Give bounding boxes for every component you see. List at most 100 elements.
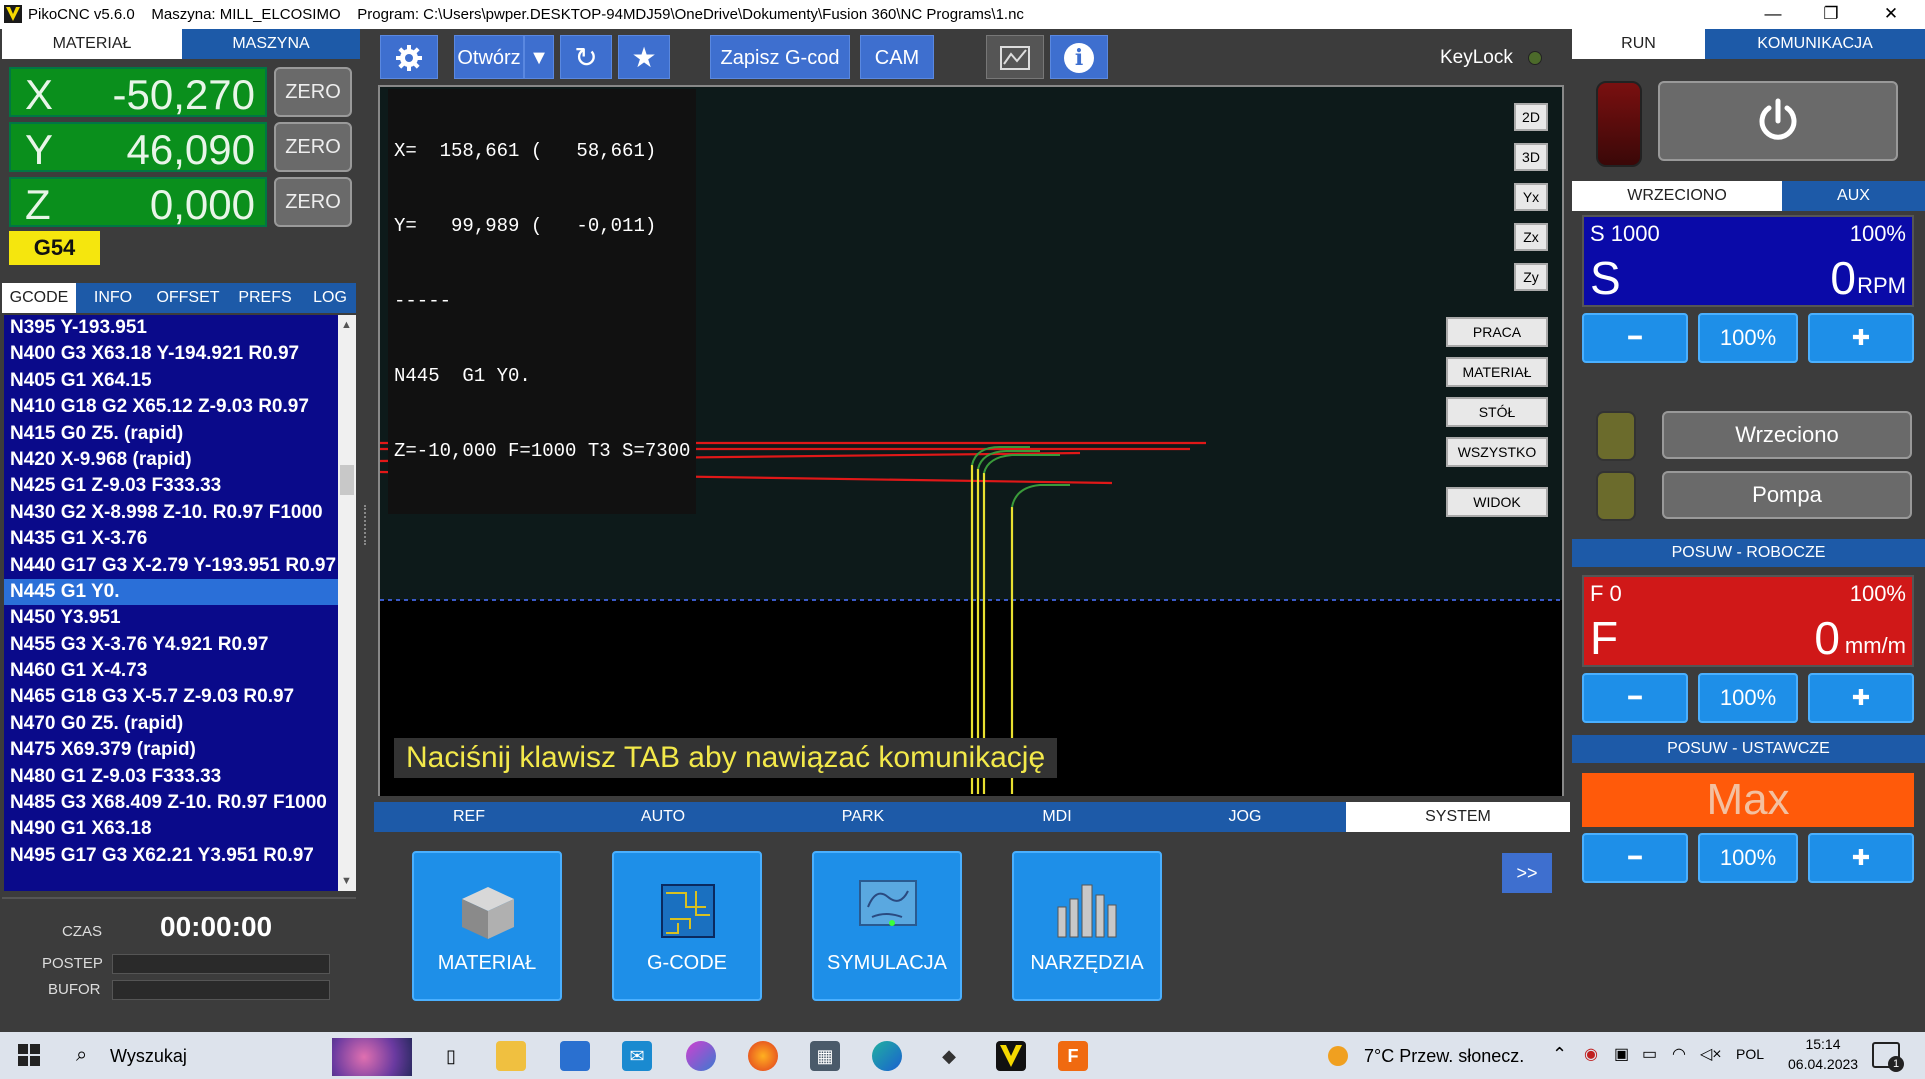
- view-zx-button[interactable]: Zx: [1514, 223, 1548, 251]
- tab-spindle[interactable]: WRZECIONO: [1572, 181, 1782, 211]
- gcode-line[interactable]: N475 X69.379 (rapid): [4, 737, 338, 763]
- mode-mdi[interactable]: MDI: [964, 802, 1150, 832]
- gcode-list[interactable]: N395 Y-193.951 N400 G3 X63.18 Y-194.921 R…: [4, 315, 338, 891]
- rapid-minus-button[interactable]: ━: [1582, 833, 1688, 883]
- copilot-icon[interactable]: [686, 1041, 716, 1071]
- zoom-praca-button[interactable]: PRACA: [1446, 317, 1548, 347]
- splitter-handle[interactable]: [364, 505, 370, 545]
- minimize-button[interactable]: —: [1750, 2, 1796, 26]
- pikocnc-taskbar-icon[interactable]: [996, 1041, 1026, 1071]
- wifi-icon[interactable]: ◠: [1672, 1044, 1686, 1064]
- tab-log[interactable]: LOG: [304, 283, 356, 313]
- simulation-big-button[interactable]: SYMULACJA: [812, 851, 962, 1001]
- firefox-icon[interactable]: [748, 1041, 778, 1071]
- tray-status-icon[interactable]: ◉: [1584, 1044, 1598, 1064]
- notification-icon[interactable]: 1: [1872, 1042, 1904, 1072]
- task-view-icon[interactable]: ▯: [436, 1041, 466, 1071]
- open-button[interactable]: Otwórz: [454, 35, 524, 79]
- settings-button[interactable]: [380, 35, 438, 79]
- feed-plus-button[interactable]: ✚: [1808, 673, 1914, 723]
- zoom-all-button[interactable]: WSZYSTKO: [1446, 437, 1548, 467]
- gcode-line[interactable]: N405 G1 X64.15: [4, 368, 338, 394]
- store-icon[interactable]: [560, 1041, 590, 1071]
- tab-aux[interactable]: AUX: [1782, 181, 1925, 211]
- gcode-line[interactable]: N460 G1 X-4.73: [4, 658, 338, 684]
- favorite-icon[interactable]: ★: [618, 35, 670, 79]
- chart-button[interactable]: [986, 35, 1044, 79]
- widok-button[interactable]: WIDOK: [1446, 487, 1548, 517]
- rapid-plus-button[interactable]: ✚: [1808, 833, 1914, 883]
- tab-material[interactable]: MATERIAŁ: [2, 29, 182, 59]
- gcode-line[interactable]: N490 G1 X63.18: [4, 816, 338, 842]
- material-big-button[interactable]: MATERIAŁ: [412, 851, 562, 1001]
- tools-big-button[interactable]: NARZĘDZIA: [1012, 851, 1162, 1001]
- mode-system[interactable]: SYSTEM: [1346, 802, 1570, 832]
- reload-icon[interactable]: ↻: [560, 35, 612, 79]
- gcode-line[interactable]: N425 G1 Z-9.03 F333.33: [4, 473, 338, 499]
- spindle-minus-button[interactable]: ━: [1582, 313, 1688, 363]
- toolpath-viewport[interactable]: X= 158,661 ( 58,661) Y= 99,989 ( -0,011)…: [378, 85, 1564, 796]
- gcode-line[interactable]: N430 G2 X-8.998 Z-10. R0.97 F1000: [4, 500, 338, 526]
- info-button[interactable]: i: [1050, 35, 1108, 79]
- gcode-line[interactable]: N400 G3 X63.18 Y-194.921 R0.97: [4, 341, 338, 367]
- clock[interactable]: 15:14 06.04.2023: [1788, 1036, 1858, 1072]
- tab-offset[interactable]: OFFSET: [148, 283, 228, 313]
- zero-y-button[interactable]: ZERO: [274, 122, 352, 172]
- volume-muted-icon[interactable]: ◁×: [1700, 1044, 1722, 1064]
- file-explorer-icon[interactable]: [496, 1041, 526, 1071]
- gcode-scrollbar[interactable]: ▲ ▼: [338, 315, 356, 891]
- taskbar-search[interactable]: ⌕ Wyszukaj: [62, 1032, 422, 1079]
- save-gcode-button[interactable]: Zapisz G-cod: [710, 35, 850, 79]
- view-3d-button[interactable]: 3D: [1514, 143, 1548, 171]
- gcode-big-button[interactable]: G-CODE: [612, 851, 762, 1001]
- scroll-down-icon[interactable]: ▼: [341, 875, 352, 887]
- gcode-line[interactable]: N435 G1 X-3.76: [4, 526, 338, 552]
- tab-info[interactable]: INFO: [80, 283, 146, 313]
- scroll-up-icon[interactable]: ▲: [341, 319, 352, 331]
- edge-icon[interactable]: [872, 1041, 902, 1071]
- pump-toggle-button[interactable]: Pompa: [1662, 471, 1912, 519]
- view-yx-button[interactable]: Yx: [1514, 183, 1548, 211]
- tray-device-icon[interactable]: ▣: [1614, 1044, 1629, 1064]
- spindle-toggle-button[interactable]: Wrzeciono: [1662, 411, 1912, 459]
- zero-z-button[interactable]: ZERO: [274, 177, 352, 227]
- battery-icon[interactable]: ▭: [1642, 1044, 1657, 1064]
- restore-button[interactable]: ❐: [1808, 2, 1854, 26]
- zoom-material-button[interactable]: MATERIAŁ: [1446, 357, 1548, 387]
- feed-percent-button[interactable]: 100%: [1698, 673, 1798, 723]
- gcode-line[interactable]: N480 G1 Z-9.03 F333.33: [4, 764, 338, 790]
- tray-chevron-icon[interactable]: ⌃: [1552, 1044, 1567, 1065]
- tab-gcode[interactable]: GCODE: [2, 283, 76, 313]
- mail-icon[interactable]: ✉: [622, 1041, 652, 1071]
- gcode-line[interactable]: N415 G0 Z5. (rapid): [4, 421, 338, 447]
- mode-park[interactable]: PARK: [762, 802, 964, 832]
- rapid-percent-button[interactable]: 100%: [1698, 833, 1798, 883]
- gcode-line[interactable]: N455 G3 X-3.76 Y4.921 R0.97: [4, 632, 338, 658]
- tab-run[interactable]: RUN: [1572, 29, 1705, 59]
- gcode-line[interactable]: N440 G17 G3 X-2.79 Y-193.951 R0.97: [4, 553, 338, 579]
- power-button[interactable]: [1658, 81, 1898, 161]
- view-zy-button[interactable]: Zy: [1514, 263, 1548, 291]
- spindle-percent-button[interactable]: 100%: [1698, 313, 1798, 363]
- spindle-plus-button[interactable]: ✚: [1808, 313, 1914, 363]
- tab-prefs[interactable]: PREFS: [230, 283, 300, 313]
- gcode-line[interactable]: N465 G18 G3 X-5.7 Z-9.03 R0.97: [4, 684, 338, 710]
- gcode-line[interactable]: N395 Y-193.951: [4, 315, 338, 341]
- view-2d-button[interactable]: 2D: [1514, 103, 1548, 131]
- scroll-thumb[interactable]: [340, 465, 354, 495]
- gcode-line[interactable]: N410 G18 G2 X65.12 Z-9.03 R0.97: [4, 394, 338, 420]
- zoom-table-button[interactable]: STÓŁ: [1446, 397, 1548, 427]
- mode-auto[interactable]: AUTO: [564, 802, 762, 832]
- more-button[interactable]: >>: [1502, 853, 1552, 893]
- weather-text[interactable]: 7°C Przew. słonecz.: [1364, 1046, 1524, 1067]
- gcode-line[interactable]: N495 G17 G3 X62.21 Y3.951 R0.97: [4, 843, 338, 869]
- mode-ref[interactable]: REF: [374, 802, 564, 832]
- feed-minus-button[interactable]: ━: [1582, 673, 1688, 723]
- language-indicator[interactable]: POL: [1736, 1046, 1764, 1062]
- gcode-line[interactable]: N470 G0 Z5. (rapid): [4, 711, 338, 737]
- gcode-line[interactable]: N450 Y3.951: [4, 605, 338, 631]
- cam-button[interactable]: CAM: [860, 35, 934, 79]
- windows-start-icon[interactable]: [18, 1044, 40, 1071]
- tab-communication[interactable]: KOMUNIKACJA: [1705, 29, 1925, 59]
- wcs-badge[interactable]: G54: [9, 231, 100, 265]
